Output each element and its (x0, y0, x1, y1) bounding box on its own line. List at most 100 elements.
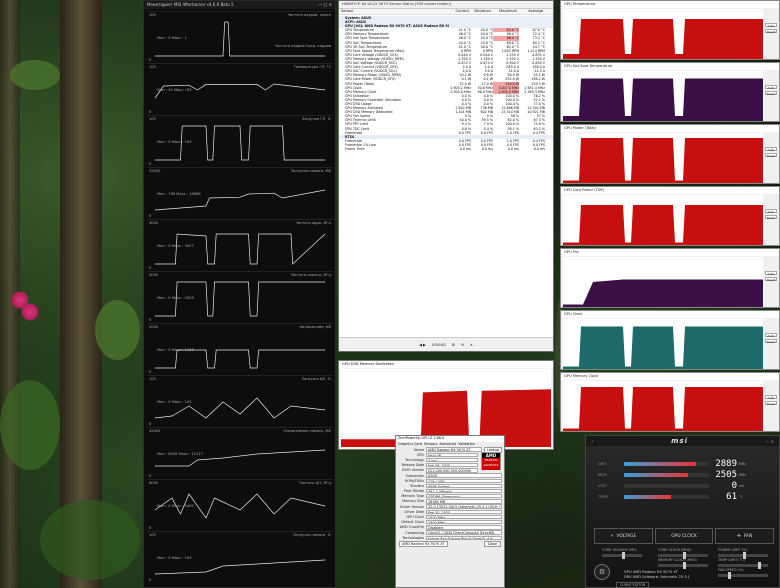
monitor-graph-panel[interactable]: 32000 0 Загрузка памяти, МБ Мин : 736 Макс … (147, 167, 333, 219)
graph-minmax: Мин : 0 Макс : 100 (157, 140, 192, 144)
auto-fit-button[interactable]: Auto Fit (765, 209, 777, 218)
graph-titlebar[interactable]: GPU Core Power (TDP) (561, 187, 779, 194)
sensor-graph-window[interactable]: GPU Fan Auto FitReset (560, 248, 780, 308)
memory-graph-titlebar[interactable]: GPU D3D Memory Dedicated (339, 361, 553, 368)
gpuz-field: AMD CrossFire Disabled (396, 525, 504, 530)
msi-gauge-row: GPU 2889 MHz (598, 459, 763, 469)
monitor-graph-panel[interactable]: 2000 0 Напряжение, мВ Мин : 0 Макс : 1155 (147, 323, 333, 375)
reset-button[interactable]: Reset (765, 29, 777, 34)
hwinfo-sensor-window[interactable]: HWiNFO® 64 v8.22-5670 Sensor Status [556… (338, 0, 554, 352)
monitor-graph-panel[interactable]: 100 0 Температура ГП, °С Мин : 41 Макс : 83 (147, 63, 333, 115)
settings-icon[interactable]: ⚙ (452, 343, 455, 347)
hwinfo-titlebar[interactable]: HWiNFO® 64 v8.22-5670 Sensor Status [556… (339, 1, 553, 9)
reset-button[interactable]: Reset (765, 339, 777, 344)
temp-limit-slider[interactable] (718, 562, 768, 569)
msi-logo: msi (671, 437, 689, 445)
field-label: BIOS Version (402, 468, 424, 473)
reset-button[interactable]: Reset (765, 215, 777, 220)
sensor-table[interactable]: System: ASUS ACPI: ASUS GPU [#0]: AMD Rade… (339, 16, 553, 338)
sensor-row[interactable]: Frame Time 0.0 ms 0.0 ms 0.0 ms 0.0 ms (339, 147, 553, 151)
tab-graphics-card[interactable]: Graphics Card (398, 442, 422, 447)
graph-title: Частота памяти, МГц (290, 273, 331, 277)
slider-knob[interactable] (743, 552, 746, 559)
voltage-button[interactable]: ⚡ VOLTAGE (594, 528, 653, 544)
sensor-graph-window[interactable]: GPU Memory Clock Auto FitReset (560, 372, 780, 432)
sensor-graph (563, 71, 763, 121)
graph-titlebar[interactable]: GPU Power (Total) (561, 125, 779, 132)
slider-knob[interactable] (728, 572, 731, 579)
core-voltage-slider[interactable] (602, 552, 642, 559)
auto-fit-button[interactable]: Auto Fit (765, 395, 777, 404)
field-value: 2400 MHz (426, 520, 502, 525)
monitor-graph-panel[interactable]: 32000 0 Оперативная память, МБ Мин : 8416 М… (147, 427, 333, 479)
fan-speed-slider[interactable] (718, 572, 768, 579)
reset-button[interactable]: Reset (765, 401, 777, 406)
tab-validation[interactable]: Validation (458, 442, 475, 447)
settings-icon[interactable]: ⚙ (594, 564, 610, 580)
monitor-graph-panel[interactable]: 3000 0 Частота памяти, МГц Мин : 0 Макс : 2… (147, 271, 333, 323)
memory-clock-slider[interactable] (658, 562, 708, 569)
sensor-graph-window[interactable]: GPU Clock Auto FitReset (560, 310, 780, 370)
graph-title: Температура ГП, °С (293, 65, 332, 69)
msi-afterburner-window[interactable]: ⚡ msi — ✕ GPU 2889 MHz MEM 2505 MHz VOLT 0 mV TEM… (585, 435, 780, 588)
graph-titlebar[interactable]: GPU Fan (561, 249, 779, 256)
gpu-select[interactable]: AMD Radeon RX 9070 XT (399, 541, 448, 548)
close-button[interactable]: Close (483, 541, 501, 548)
column-header[interactable]: Maximum (493, 9, 519, 14)
reset-button[interactable]: Reset (765, 91, 777, 96)
graph-titlebar[interactable]: GPU Temperature (561, 1, 779, 8)
monitor-graph-panel[interactable]: 100 0 Частота кадров, средн Мин : 0 Макс : … (147, 11, 333, 63)
auto-fit-button[interactable]: Auto Fit (765, 85, 777, 94)
sensor-graph-window[interactable]: GPU Hot Spot Temperature Auto FitReset (560, 62, 780, 122)
sensor-graph (563, 381, 763, 431)
column-header[interactable]: Minimum (471, 9, 493, 14)
kombustor-button[interactable]: ⚡ (591, 439, 594, 444)
graph-minmax: Мин : 8416 Макс : 15117 (157, 452, 203, 456)
power-limit-slider[interactable] (718, 552, 768, 559)
monitor-graph-panel[interactable]: 6000 0 Частота ЦП, МГц Мин : 0 Макс : 5400 (147, 479, 333, 531)
sensor-graph (563, 133, 763, 183)
curve-editor-button[interactable]: CURVE EDITOR (616, 582, 650, 588)
slider-knob[interactable] (683, 562, 686, 569)
fan-button[interactable]: ✣ FAN (715, 528, 775, 544)
monitor-graph-panel[interactable]: 100 0 Загрузка ЦП, % Мин : 0 Макс : 100 (147, 375, 333, 427)
column-header[interactable]: Average (519, 9, 545, 14)
window-controls[interactable]: — □ ✕ (318, 2, 332, 8)
graph-titlebar[interactable]: GPU Hot Spot Temperature (561, 63, 779, 70)
reset-icon[interactable]: ⟲ (461, 343, 464, 347)
graph-subtitle: Частота кадров Сред. кадров (274, 44, 331, 48)
graph-titlebar[interactable]: GPU Clock (561, 311, 779, 318)
graph-titlebar[interactable]: GPU Memory Clock (561, 373, 779, 380)
afterburner-titlebar[interactable]: Мониторинг MSI Afterburner v4.6.6 Beta 5… (144, 1, 335, 9)
sensor-graph-window[interactable]: GPU Temperature Auto FitReset (560, 0, 780, 60)
reset-button[interactable]: Reset (765, 277, 777, 282)
sensor-graph-window[interactable]: GPU Core Power (TDP) Auto FitReset (560, 186, 780, 246)
afterburner-monitor-window[interactable]: Мониторинг MSI Afterburner v4.6.6 Beta 5… (143, 0, 336, 588)
auto-fit-button[interactable]: Auto Fit (765, 147, 777, 156)
monitor-graph-panel[interactable]: 100 0 Загрузка памяти, % Мин : 0 Макс : 100 (147, 531, 333, 583)
field-label: GPU Clock (406, 515, 424, 520)
gpuz-window[interactable]: TechPowerUp GPU-Z 2.66.0 Graphics Card S… (395, 435, 505, 588)
tab-advanced[interactable]: Advanced (439, 442, 456, 447)
auto-fit-button[interactable]: Auto Fit (765, 333, 777, 342)
gpu-clock-button[interactable]: GPU CLOCK (654, 528, 714, 544)
bolt-icon: ⚡ (610, 533, 614, 539)
column-header[interactable]: Current (449, 9, 471, 14)
graph-title: Частота кадров, средн (287, 13, 331, 17)
window-controls[interactable]: — ✕ (765, 439, 774, 444)
slider-knob[interactable] (622, 552, 625, 559)
column-header[interactable]: Sensor (339, 9, 449, 14)
auto-fit-button[interactable]: Auto Fit (765, 271, 777, 280)
monitor-graph-panel[interactable]: 100 0 Загрузка ГП, % Мин : 0 Макс : 100 (147, 115, 333, 167)
tab-sensors[interactable]: Sensors (424, 442, 437, 447)
monitor-graph-panel[interactable]: 3000 0 Частота ядра, МГц Мин : 0 Макс : 300… (147, 219, 333, 271)
auto-fit-button[interactable]: Auto Fit (765, 23, 777, 32)
sensor-graph-window[interactable]: GPU Power (Total) Auto FitReset (560, 124, 780, 184)
slider-knob[interactable] (683, 552, 686, 559)
arrows-icon[interactable]: ◀ ▶ (419, 343, 426, 347)
core-clock-slider[interactable] (658, 552, 708, 559)
close-icon[interactable]: ✕ (470, 343, 473, 347)
reset-button[interactable]: Reset (765, 153, 777, 158)
slider-knob[interactable] (758, 562, 761, 569)
window-title: Мониторинг MSI Afterburner v4.6.6 Beta 5 (147, 2, 234, 7)
